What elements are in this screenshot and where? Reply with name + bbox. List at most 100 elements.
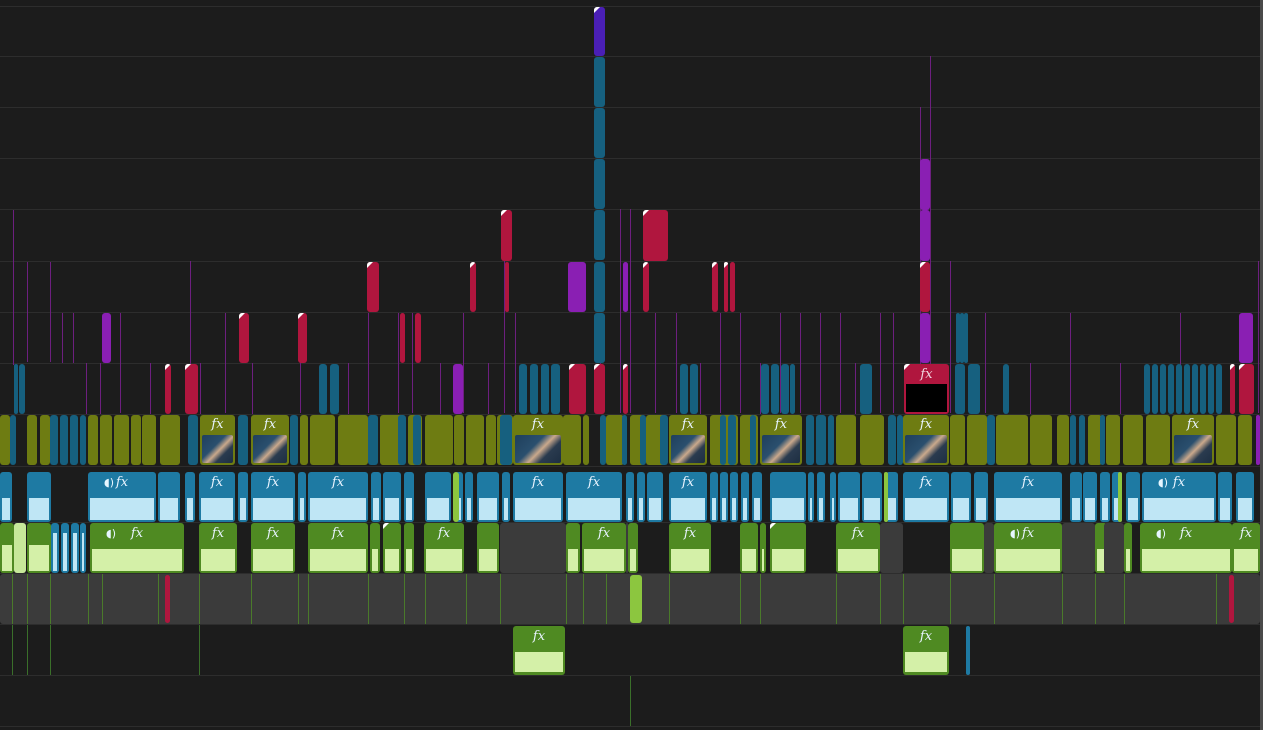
audio-clip[interactable] [950,523,984,573]
video-clip[interactable] [1184,364,1190,414]
video-clip[interactable] [806,415,814,465]
title-clip[interactable] [400,313,405,363]
video-clip-with-effect[interactable]: fx [200,415,235,465]
edit-point[interactable] [930,56,931,413]
audio-clip[interactable] [1083,472,1097,522]
edit-point[interactable] [463,313,464,413]
audio-clip[interactable] [566,523,580,573]
audio-clip[interactable] [1126,472,1140,522]
audio-clip[interactable] [817,472,825,522]
video-clip[interactable] [80,415,86,465]
audio-clip[interactable] [752,472,762,522]
audio-clip[interactable] [238,472,248,522]
video-clip[interactable] [622,415,627,465]
video-clip[interactable] [968,364,980,414]
video-clip[interactable] [541,364,549,414]
audio-clip-with-effect[interactable]: fx [199,472,235,522]
edit-point[interactable] [1070,313,1071,413]
video-clip[interactable] [1152,364,1158,414]
title-clip[interactable] [165,364,171,414]
audio-clip[interactable] [465,472,473,522]
video-clip[interactable] [750,415,756,465]
video-clip[interactable] [1192,364,1198,414]
video-clip[interactable] [0,415,10,465]
title-clip[interactable] [623,364,628,414]
title-clip[interactable] [920,262,930,312]
gap-clip[interactable] [1062,523,1095,573]
video-clip[interactable] [425,415,453,465]
edit-point[interactable] [348,363,349,414]
audio-clip-with-effect[interactable]: fx ◖) [1140,523,1232,573]
audio-clip[interactable] [830,472,836,522]
audio-clip-with-effect[interactable]: fx [566,472,622,522]
audio-clip[interactable] [628,523,638,573]
edit-point[interactable] [1216,574,1217,624]
edit-point[interactable] [252,363,253,414]
audio-clip-with-effect[interactable]: fx [1232,523,1260,573]
audio-clip[interactable] [14,523,26,573]
edit-point[interactable] [27,262,28,362]
video-clip[interactable] [1144,364,1150,414]
video-clip[interactable] [300,415,308,465]
video-clip[interactable] [1079,415,1085,465]
adjustment-clip[interactable] [623,262,628,312]
edit-point[interactable] [102,574,103,624]
title-clip[interactable] [415,313,421,363]
video-clip[interactable] [660,415,668,465]
audio-clip[interactable] [770,472,806,522]
audio-clip[interactable] [760,523,766,573]
video-clip[interactable] [996,415,1028,465]
edit-point[interactable] [425,574,426,624]
edit-point[interactable] [740,574,741,624]
audio-clip[interactable] [741,472,749,522]
audio-clip[interactable] [80,523,86,573]
title-clip[interactable] [470,262,476,312]
edit-point[interactable] [880,313,881,413]
video-clip[interactable] [238,415,248,465]
audio-clip[interactable] [730,472,738,522]
title-clip[interactable] [569,364,586,414]
video-clip[interactable] [583,415,589,465]
video-clip[interactable] [594,262,605,312]
edit-point[interactable] [368,574,369,624]
video-clip[interactable] [500,415,512,465]
audio-clip-with-effect[interactable]: fx [582,523,626,573]
edit-point[interactable] [308,574,309,624]
video-clip[interactable] [1216,364,1222,414]
edit-point[interactable] [950,261,951,413]
video-clip[interactable] [563,415,581,465]
audio-clip[interactable] [1236,472,1254,522]
audio-clip[interactable] [1229,575,1234,623]
edit-point[interactable] [500,574,501,624]
audio-clip[interactable] [27,472,51,522]
edit-point[interactable] [488,363,489,414]
video-clip[interactable] [160,415,180,465]
edit-point[interactable] [27,625,28,675]
audio-clip[interactable] [626,472,634,522]
video-clip[interactable] [519,364,527,414]
audio-clip-with-effect[interactable]: fx ◖) [1142,472,1216,522]
audio-clip[interactable] [477,523,499,573]
video-clip[interactable] [100,415,112,465]
adjustment-clip[interactable] [920,210,930,261]
video-clip[interactable] [790,364,795,414]
edit-point[interactable] [903,574,904,624]
audio-clip-with-effect[interactable]: fx [669,472,707,522]
video-clip[interactable] [466,415,484,465]
adjustment-clip[interactable] [1239,313,1253,363]
adjustment-clip[interactable] [594,7,605,56]
title-clip[interactable] [367,262,379,312]
edit-point[interactable] [158,574,159,624]
audio-clip-with-effect[interactable]: fx [308,472,368,522]
edit-point[interactable] [855,363,856,414]
title-clip[interactable] [1230,364,1235,414]
edit-point[interactable] [840,313,841,413]
audio-clip[interactable] [425,472,451,522]
video-clip[interactable] [761,364,769,414]
video-clip[interactable] [594,313,605,363]
audio-clip[interactable] [862,472,882,522]
audio-clip[interactable] [1218,472,1232,522]
audio-clip[interactable] [383,523,401,573]
video-clip[interactable] [486,415,496,465]
edit-point[interactable] [150,363,151,414]
